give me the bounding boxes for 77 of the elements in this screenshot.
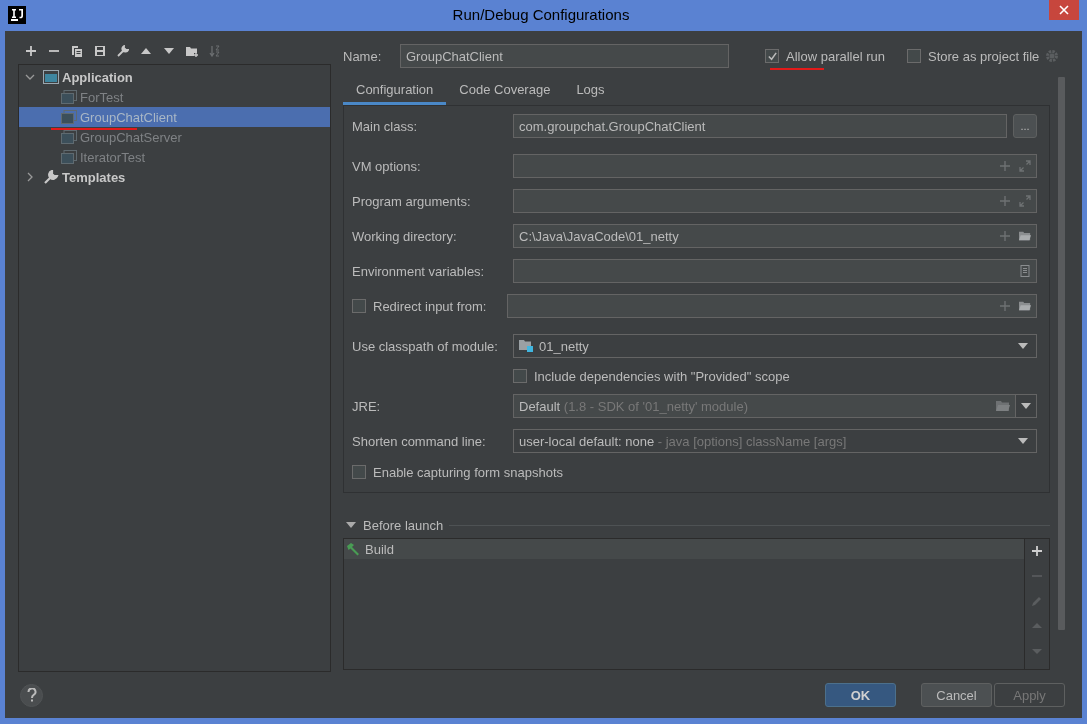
browse-button[interactable]: ...: [1013, 114, 1037, 138]
input-field[interactable]: [513, 189, 1037, 213]
application-icon: [61, 110, 77, 124]
wrench-icon: [43, 170, 59, 184]
input-field[interactable]: [513, 259, 1037, 283]
sort-icon[interactable]: [209, 45, 221, 57]
module-folder-icon: [519, 339, 535, 353]
tab[interactable]: Code Coverage: [446, 77, 564, 105]
input-field[interactable]: C:\Java\JavaCode\01_netty: [513, 224, 1037, 248]
module-dropdown[interactable]: 01_netty: [513, 334, 1037, 358]
input-field[interactable]: [513, 154, 1037, 178]
folder-icon[interactable]: [1019, 230, 1031, 242]
shorten-command-dropdown[interactable]: user-local default: none - java [options] className [args]: [513, 429, 1037, 453]
close-button[interactable]: [1049, 0, 1079, 20]
tree-group-label[interactable]: Templates: [62, 169, 126, 185]
save-icon[interactable]: [94, 45, 106, 57]
edit-icon[interactable]: [1031, 595, 1043, 607]
scrollbar[interactable]: [1058, 77, 1065, 630]
window-title: Run/Debug Configurations: [451, 6, 631, 23]
application-icon: [61, 150, 77, 164]
annotation-underline: [770, 67, 824, 70]
field-label: Use classpath of module:: [352, 338, 499, 354]
tree-item[interactable]: ForTest: [19, 87, 330, 107]
checkbox[interactable]: [907, 49, 921, 63]
application-icon: [61, 130, 77, 144]
checkbox[interactable]: [352, 299, 366, 313]
input-field[interactable]: [507, 294, 1037, 318]
wrench-icon[interactable]: [117, 45, 129, 57]
folder-icon[interactable]: [1019, 300, 1031, 312]
dropdown-arrow-icon: [1018, 343, 1028, 349]
collapse-arrow-icon[interactable]: [346, 522, 356, 528]
option-label: Store as project file: [928, 48, 1040, 64]
name-label: Name:: [343, 48, 383, 64]
name-field[interactable]: GroupChatClient: [400, 44, 729, 68]
field-label: Program arguments:: [352, 193, 472, 209]
application-icon: [61, 90, 77, 104]
tree-item[interactable]: GroupChatClient: [19, 107, 330, 127]
tree-item[interactable]: IteratorTest: [19, 147, 330, 167]
tree-item[interactable]: GroupChatServer: [19, 127, 330, 147]
dialog-button[interactable]: OK: [825, 683, 896, 707]
expand-icon[interactable]: [1019, 160, 1031, 172]
app-logo-icon: [8, 5, 26, 24]
dropdown-button[interactable]: [1015, 394, 1037, 418]
dropdown-arrow-icon: [1021, 403, 1031, 409]
field-label: Shorten command line:: [352, 433, 487, 449]
add-icon[interactable]: [25, 45, 37, 57]
checkbox[interactable]: [765, 49, 779, 63]
hammer-icon: [346, 542, 360, 556]
field-label: VM options:: [352, 158, 422, 174]
field-label: Environment variables:: [352, 263, 486, 279]
checkbox[interactable]: [352, 465, 366, 479]
close-icon: [1059, 5, 1069, 15]
application-icon: [43, 70, 59, 84]
document-icon[interactable]: [1019, 265, 1031, 277]
section-title: Before launch: [363, 517, 444, 533]
main-class-field[interactable]: com.groupchat.GroupChatClient: [513, 114, 1007, 138]
copy-icon[interactable]: [71, 45, 83, 57]
option-label: Allow parallel run: [786, 48, 885, 64]
field-label: Working directory:: [352, 228, 458, 244]
checkbox-label: Enable capturing form snapshots: [373, 464, 564, 480]
dropdown-arrow-icon: [1018, 438, 1028, 444]
list-item[interactable]: Build: [344, 539, 1024, 559]
folder-icon[interactable]: [996, 400, 1010, 412]
settings-icon[interactable]: [1045, 49, 1060, 63]
checkbox[interactable]: [513, 369, 527, 383]
checkbox-label: Include dependencies with "Provided" scope: [534, 368, 790, 384]
field-label: JRE:: [352, 398, 382, 414]
tab[interactable]: Logs: [563, 77, 618, 105]
new-folder-icon[interactable]: [186, 45, 198, 57]
help-icon: [26, 688, 37, 702]
checkbox-label: Redirect input from:: [373, 298, 488, 314]
expand-icon[interactable]: [1019, 195, 1031, 207]
dialog-button[interactable]: Cancel: [921, 683, 992, 707]
tab[interactable]: Configuration: [343, 77, 447, 105]
help-button[interactable]: [20, 683, 43, 707]
tree-group-label[interactable]: Application: [62, 69, 133, 85]
field-label: Main class:: [352, 118, 419, 134]
